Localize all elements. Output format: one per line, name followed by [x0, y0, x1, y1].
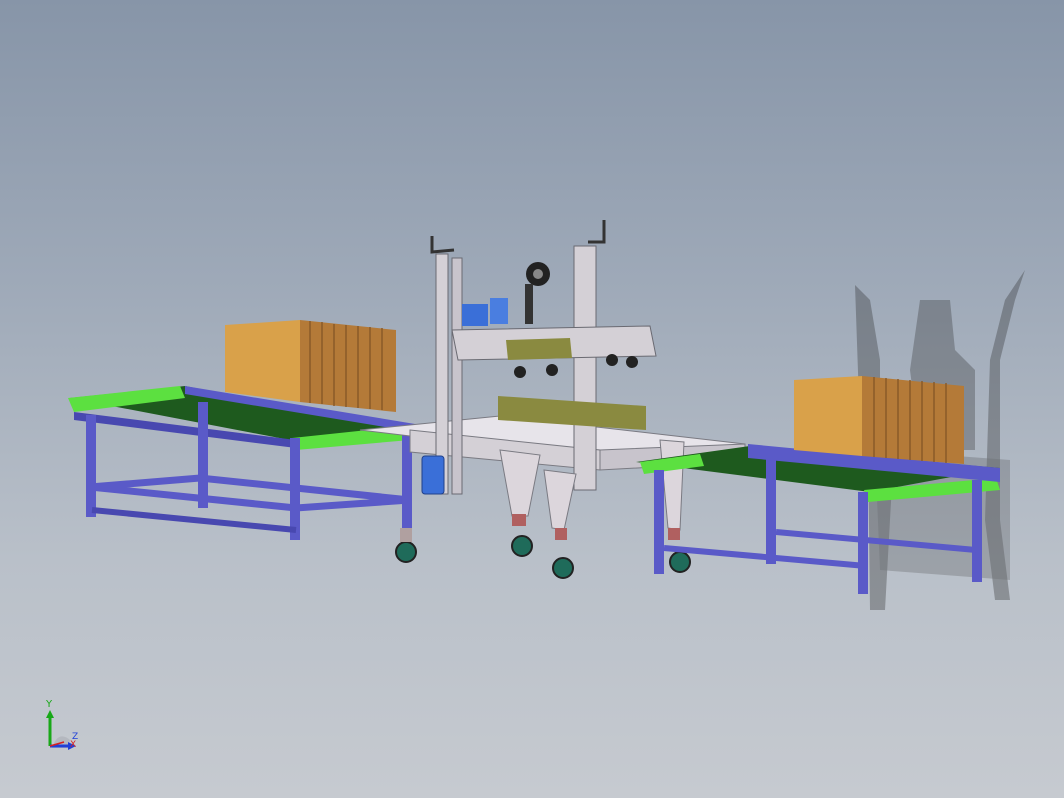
axis-y-label: Y [46, 699, 53, 710]
top-drive-head[interactable] [451, 262, 657, 430]
cardboard-box-outfeed [794, 376, 964, 464]
cad-viewport[interactable]: Y Z X [0, 0, 1064, 798]
coordinate-triad[interactable]: Y Z X [40, 700, 84, 756]
cad-model-render[interactable] [0, 0, 1064, 798]
drive-motor [421, 455, 445, 495]
carton-sealer-frame[interactable] [359, 220, 746, 579]
infeed-conveyor[interactable] [68, 386, 417, 563]
axis-x-label: X [70, 740, 77, 750]
